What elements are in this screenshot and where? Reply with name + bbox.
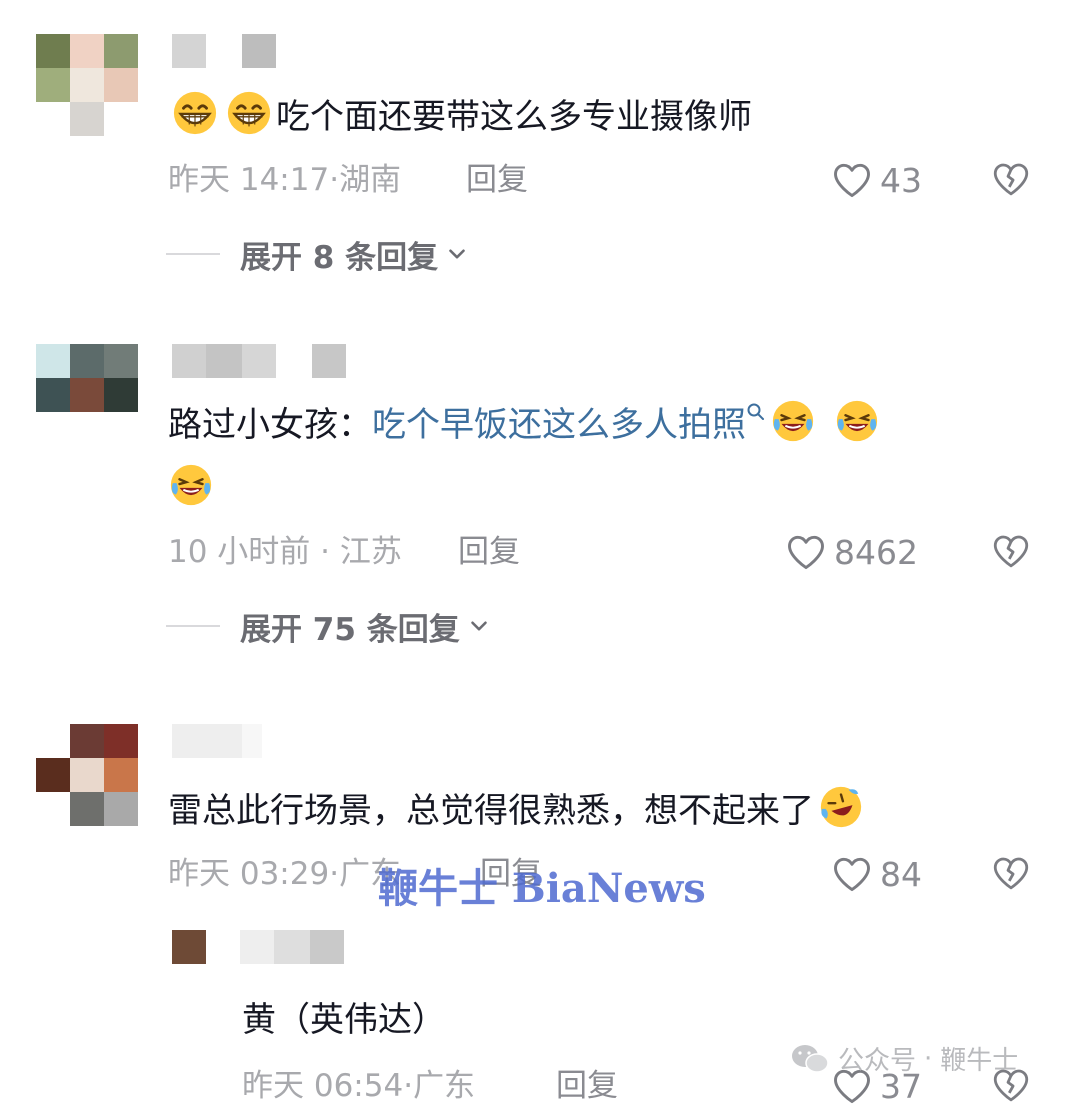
grinning-emoji-icon xyxy=(226,90,272,136)
like-count: 84 xyxy=(880,854,922,894)
reply-button[interactable]: 回复 xyxy=(556,1066,618,1106)
like-count: 8462 xyxy=(834,532,918,572)
comment-body: 吃个面还要带这么多专业摄像师 xyxy=(276,97,752,137)
heart-outline-icon xyxy=(830,852,874,896)
watermark-footer-prefix: 公众号 xyxy=(838,1046,917,1076)
like-button[interactable]: 84 xyxy=(830,852,922,896)
broken-heart-icon[interactable] xyxy=(990,158,1032,200)
reply-button[interactable]: 回复 xyxy=(466,160,528,200)
like-button[interactable]: 43 xyxy=(830,158,922,202)
like-count: 43 xyxy=(880,160,922,200)
comment-text: 吃个面还要带这么多专业摄像师 xyxy=(168,90,752,141)
timestamp: 昨天 06:54 xyxy=(242,1068,404,1104)
watermark-main: 鞭牛士 BiaNews xyxy=(378,865,706,912)
comment-body: 雷总此行场景，总觉得很熟悉，想不起来了 xyxy=(168,791,814,831)
wechat-icon xyxy=(792,1044,829,1073)
separator: · xyxy=(320,534,331,570)
comment-meta: 昨天 03:29·广东 xyxy=(168,854,401,894)
separator: · xyxy=(403,1068,414,1104)
avatar[interactable] xyxy=(36,344,138,412)
chevron-down-icon xyxy=(444,241,470,267)
rolling-laughing-emoji-icon xyxy=(818,784,864,830)
timestamp: 昨天 14:17 xyxy=(168,162,330,198)
username-blurred[interactable] xyxy=(172,34,276,68)
broken-heart-icon[interactable] xyxy=(990,852,1032,894)
grinning-emoji-icon xyxy=(172,90,218,136)
tears-of-joy-emoji-icon xyxy=(834,398,880,444)
comment-text: 路过小女孩：吃个早饭还这么多人拍照 xyxy=(168,398,884,449)
timestamp: 10 小时前 xyxy=(168,534,311,570)
heart-outline-icon xyxy=(784,530,828,574)
location: 江苏 xyxy=(339,534,402,570)
tears-of-joy-emoji-icon xyxy=(770,398,816,444)
heart-outline-icon xyxy=(830,158,874,202)
divider xyxy=(166,625,220,627)
separator: · xyxy=(329,162,340,198)
username-blurred[interactable] xyxy=(172,344,346,378)
avatar[interactable] xyxy=(36,724,138,826)
watermark-footer-dot: · xyxy=(924,1043,933,1074)
username-blurred[interactable] xyxy=(172,724,262,758)
watermark-footer-name: 鞭牛士 xyxy=(940,1046,1019,1076)
comment-text: 雷总此行场景，总觉得很熟悉，想不起来了 xyxy=(168,784,868,835)
timestamp: 昨天 03:29 xyxy=(168,856,330,892)
comment-prefix: 路过小女孩： xyxy=(168,405,372,445)
expand-replies-button[interactable]: 展开 8 条回复 xyxy=(166,232,470,276)
broken-heart-icon[interactable] xyxy=(990,530,1032,572)
tears-of-joy-emoji-icon xyxy=(168,462,214,508)
username-blurred[interactable] xyxy=(240,930,344,964)
avatar[interactable] xyxy=(36,34,138,136)
comment-text-line2 xyxy=(168,462,218,513)
like-button[interactable]: 8462 xyxy=(784,530,918,574)
location: 广东 xyxy=(413,1068,476,1104)
watermark-footer: 公众号 · 鞭牛士 xyxy=(790,1040,1018,1077)
comment-meta: 昨天 14:17·湖南 xyxy=(168,160,401,200)
expand-replies-label: 展开 75 条回复 xyxy=(240,611,460,648)
expand-replies-label: 展开 8 条回复 xyxy=(240,239,439,276)
location: 湖南 xyxy=(339,162,402,198)
reply-text: 黄（英伟达） xyxy=(242,1000,446,1040)
comment-meta: 10 小时前 · 江苏 xyxy=(168,532,402,572)
avatar[interactable] xyxy=(172,930,206,964)
expand-replies-button[interactable]: 展开 75 条回复 xyxy=(166,604,492,648)
chevron-down-icon xyxy=(466,613,492,639)
separator: · xyxy=(329,856,340,892)
divider xyxy=(166,253,220,255)
reply-button[interactable]: 回复 xyxy=(458,532,520,572)
search-link[interactable]: 吃个早饭还这么多人拍照 xyxy=(372,405,746,445)
search-icon[interactable] xyxy=(746,402,766,422)
reply-meta: 昨天 06:54·广东 xyxy=(242,1066,475,1106)
